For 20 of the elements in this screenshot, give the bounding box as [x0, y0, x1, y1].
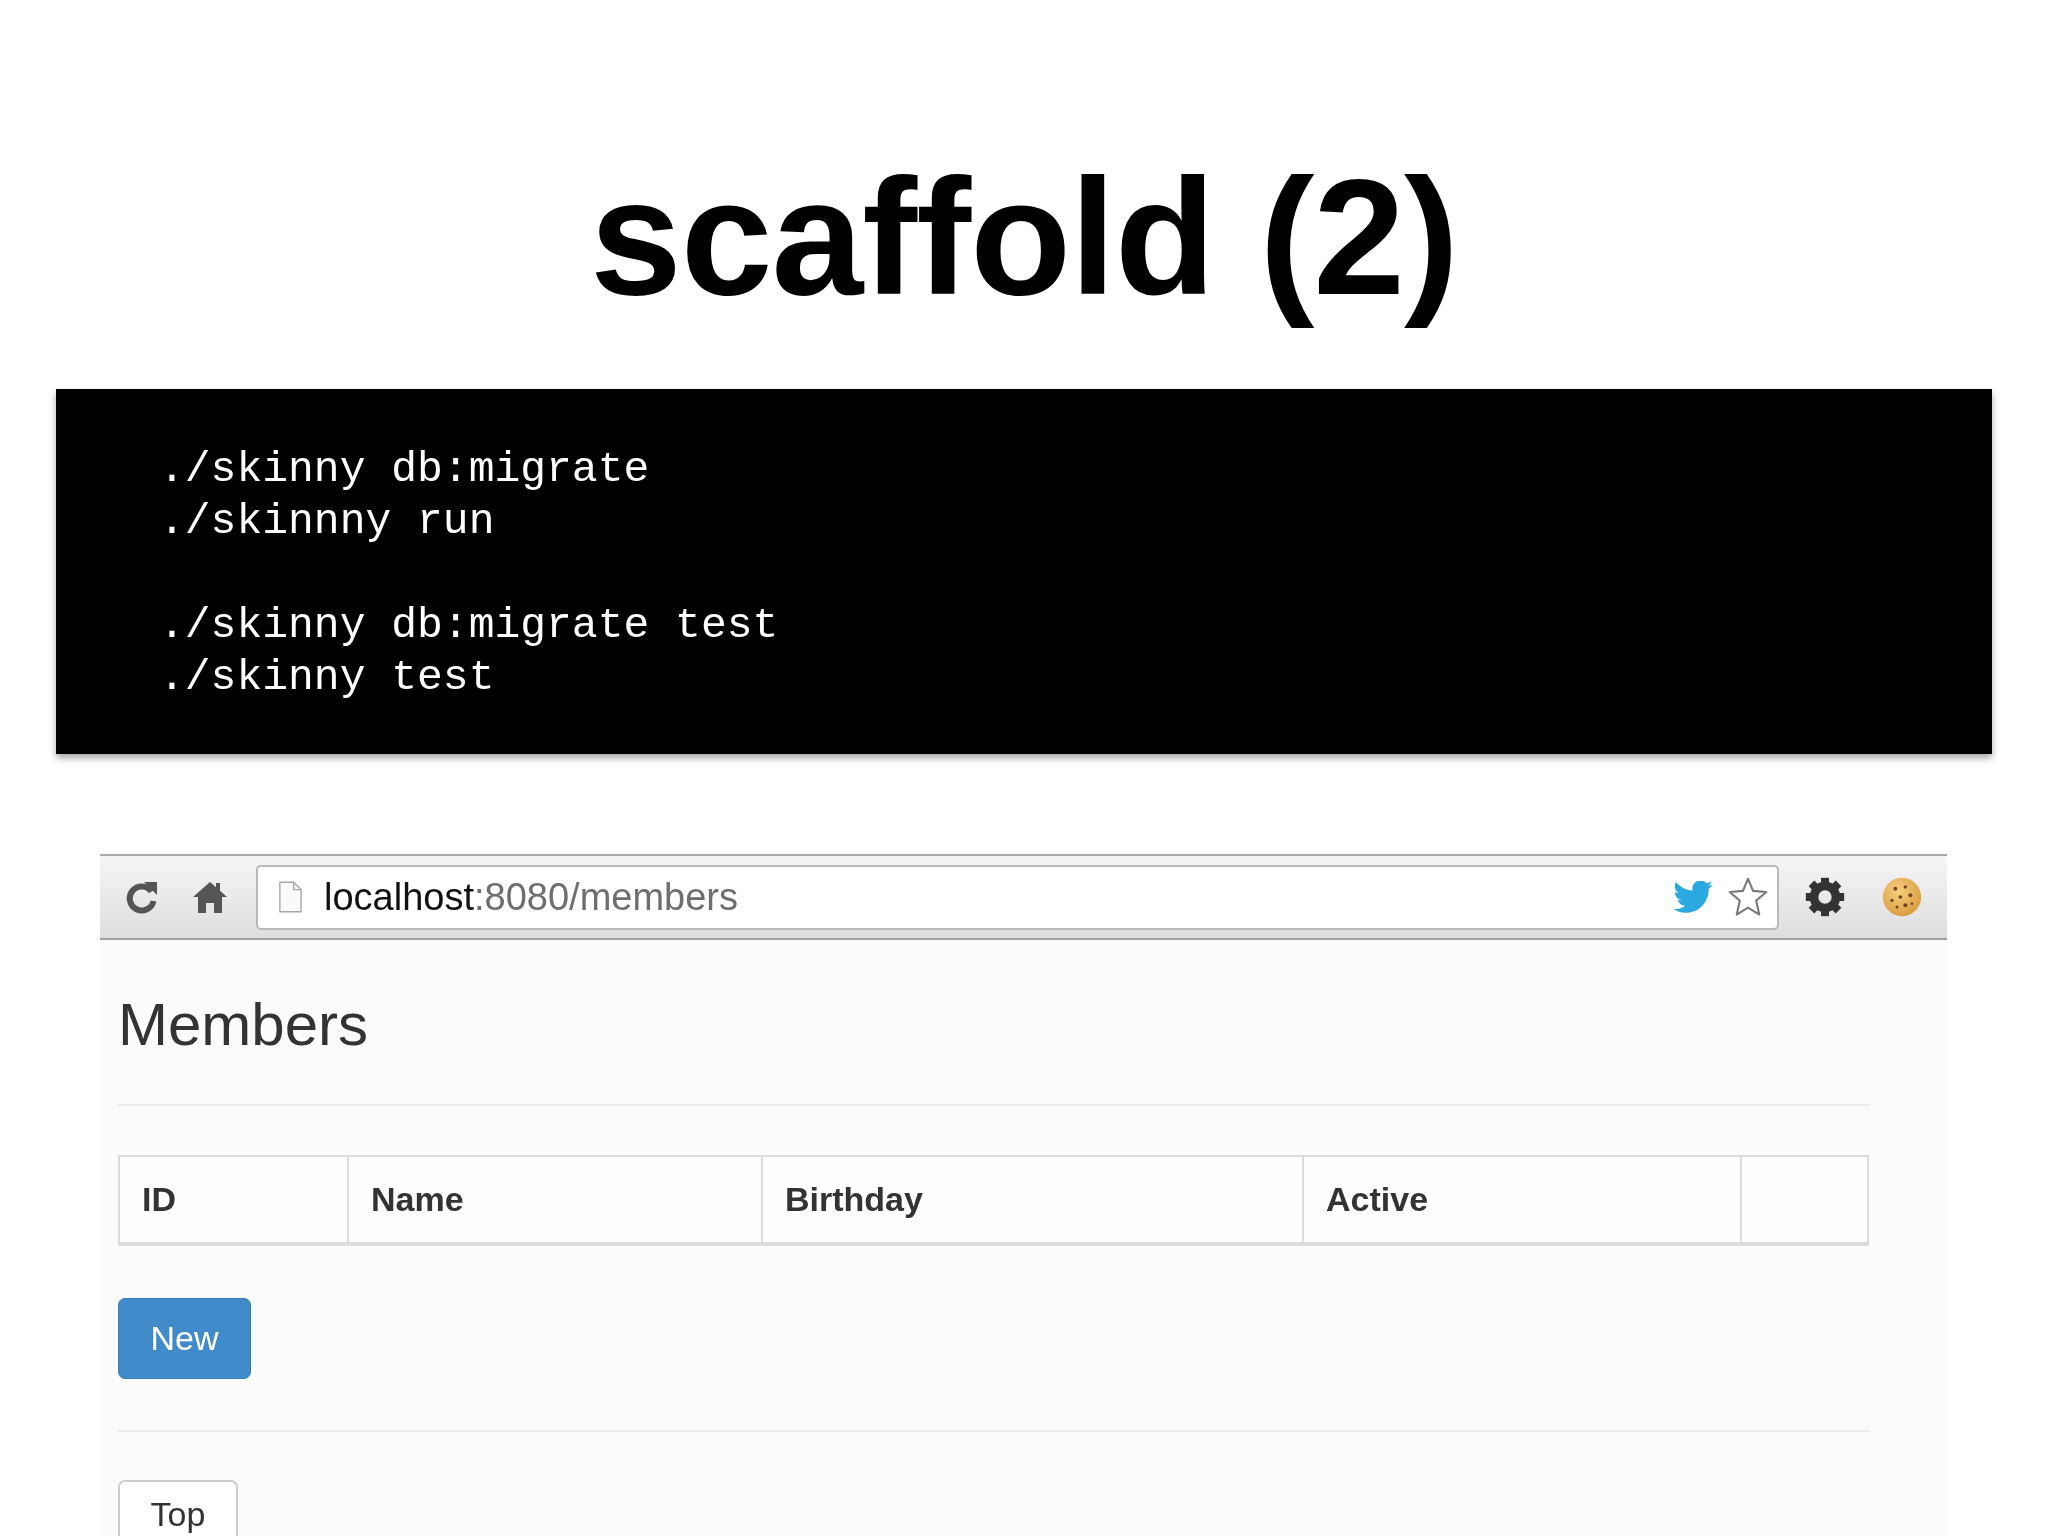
code-line: ./skinnny run [159, 496, 495, 548]
address-bar[interactable]: localhost:8080/members [256, 864, 1779, 930]
column-header: Name [349, 1157, 763, 1242]
column-header: Active [1304, 1157, 1742, 1242]
code-line: ./skinny db:migrate test [159, 600, 779, 652]
home-icon[interactable] [192, 880, 228, 914]
star-icon[interactable] [1727, 877, 1769, 917]
reload-icon[interactable] [124, 879, 160, 915]
column-header: ID [120, 1157, 349, 1242]
slide-title: scaffold (2) [588, 144, 1460, 331]
page-icon [278, 881, 302, 913]
settings-icon[interactable] [1805, 877, 1845, 917]
new-button[interactable]: New [118, 1298, 251, 1379]
bird-icon[interactable] [1673, 880, 1713, 914]
code-line: ./skinny db:migrate [159, 444, 650, 496]
page-heading: Members [118, 990, 369, 1060]
column-header: Birthday [763, 1157, 1304, 1242]
top-button[interactable]: Top [118, 1480, 238, 1536]
code-line: ./skinny test [159, 652, 495, 704]
cookie-icon[interactable] [1882, 877, 1922, 917]
